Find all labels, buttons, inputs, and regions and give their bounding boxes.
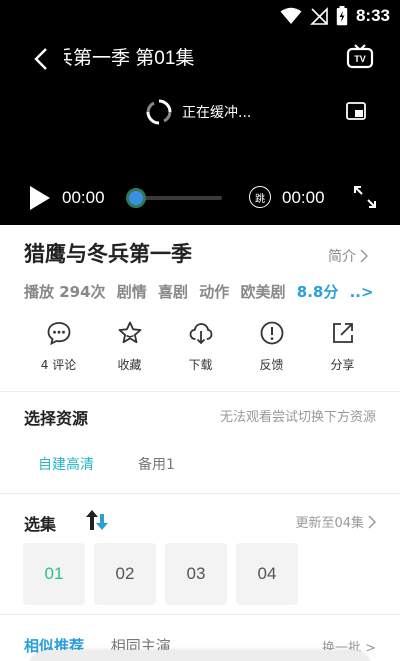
episode-item-04[interactable]: 04 (236, 543, 298, 605)
intro-label: 简介 (328, 249, 356, 265)
status-time: 8:33 (355, 6, 390, 25)
tv-cast-icon: TV (346, 44, 374, 69)
skip-intro-button[interactable]: 跳 (249, 186, 271, 208)
download-label: 下载 (188, 358, 213, 372)
chevron-right-icon (368, 514, 376, 529)
episode-item-03[interactable]: 03 (165, 543, 227, 605)
feedback-icon (260, 321, 283, 345)
current-time: 00:00 (62, 188, 105, 207)
score: 8.8分 (296, 283, 339, 301)
genre-tag: 喜剧 (158, 283, 189, 301)
skip-intro-icon: 跳 (255, 193, 265, 205)
genre-tag: 剧情 (116, 283, 147, 301)
wifi-icon (280, 7, 302, 24)
play-button[interactable] (28, 184, 52, 212)
episode-update-link[interactable]: 更新至04集 (295, 512, 376, 531)
source-tab-backup[interactable]: 备用1 (138, 454, 175, 474)
comment-icon (47, 322, 70, 346)
sort-icon (86, 510, 108, 530)
play-count: 播放 294次 (24, 283, 106, 301)
episodes-section-title: 选集 (24, 515, 57, 534)
pip-icon (346, 102, 366, 120)
episode-title-text: 兵第一季 第01集 (64, 48, 195, 69)
seek-thumb[interactable] (126, 188, 146, 208)
favorite-label: 收藏 (117, 358, 142, 372)
share-label: 分享 (330, 358, 355, 372)
comment-label: 4 评论 (40, 358, 77, 372)
star-icon (118, 321, 141, 344)
feedback-button[interactable]: 反馈 (236, 320, 307, 380)
status-bar: 8:33 (280, 4, 390, 28)
play-icon (30, 186, 50, 210)
source-tab-hd[interactable]: 自建高清 (38, 454, 94, 474)
more-info-link[interactable]: ..> (350, 283, 374, 301)
no-signal-icon (310, 7, 328, 25)
chevron-right-icon (360, 249, 368, 263)
cloud-download-icon (189, 323, 212, 345)
source-hint: 无法观看尝试切换下方资源 (219, 410, 376, 425)
action-bar: 4 评论 收藏 下载 反馈 分享 (0, 320, 400, 380)
pip-button[interactable] (346, 102, 368, 124)
favorite-button[interactable]: 收藏 (94, 320, 165, 380)
buffering-text: 正在缓冲... (182, 105, 252, 121)
episode-item-01[interactable]: 01 (23, 543, 85, 605)
share-button[interactable]: 分享 (307, 320, 378, 380)
battery-charging-icon (336, 6, 348, 26)
duration: 00:00 (282, 188, 325, 207)
divider (0, 614, 400, 615)
genre-tag: 欧美剧 (240, 283, 286, 301)
buffering-indicator: 正在缓冲... (146, 98, 251, 126)
share-icon (332, 323, 353, 343)
video-player[interactable]: 8:33 兵第一季 第01集 TV 正在缓冲... 00:00 跳 00:00 (0, 0, 400, 225)
intro-link[interactable]: 简介 (328, 246, 368, 266)
loading-spinner-icon (146, 99, 172, 125)
download-button[interactable]: 下载 (165, 320, 236, 380)
show-meta: 播放 294次 剧情 喜剧 动作 欧美剧 8.8分 ..> (24, 281, 384, 302)
fullscreen-button[interactable] (352, 184, 378, 210)
comment-button[interactable]: 4 评论 (23, 320, 94, 380)
show-title: 猎鹰与冬兵第一季 (24, 242, 192, 266)
sort-button[interactable] (84, 508, 108, 532)
feedback-label: 反馈 (259, 358, 284, 372)
divider (0, 391, 400, 392)
episode-title: 兵第一季 第01集 (64, 44, 334, 74)
divider (0, 493, 400, 494)
episode-item-02[interactable]: 02 (94, 543, 156, 605)
source-section-title: 选择资源 (24, 409, 89, 428)
fullscreen-icon (354, 186, 376, 208)
back-button[interactable] (26, 44, 56, 74)
tv-cast-button[interactable]: TV (346, 44, 374, 72)
svg-text:TV: TV (354, 54, 366, 64)
back-icon (34, 48, 47, 70)
update-text: 更新至04集 (295, 516, 364, 531)
genre-tag: 动作 (199, 283, 230, 301)
comment-input-bar[interactable] (28, 650, 372, 661)
